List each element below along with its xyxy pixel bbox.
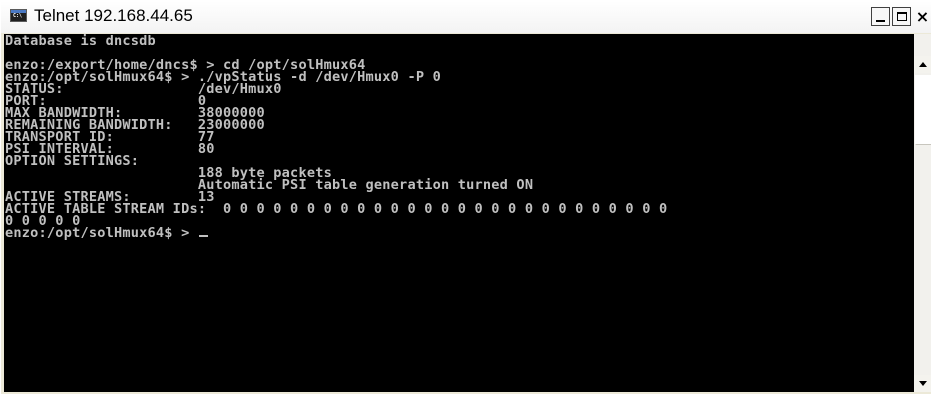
title-bar[interactable]: Telnet 192.168.44.65 × (1, 1, 931, 33)
console-prompt: enzo:/opt/solHmux64$ > (5, 225, 198, 241)
arrow-up-icon (918, 62, 927, 67)
console-icon[interactable] (10, 9, 27, 22)
scroll-up-button[interactable] (914, 56, 931, 73)
arrow-down-icon (918, 381, 927, 386)
maximize-button[interactable] (892, 7, 911, 26)
vertical-scrollbar[interactable] (914, 34, 931, 392)
console-output[interactable]: Database is dncsdb enzo:/export/home/dnc… (4, 34, 914, 392)
window-title: Telnet 192.168.44.65 (34, 6, 193, 25)
minimize-button[interactable] (871, 7, 890, 26)
close-icon: × (915, 6, 930, 26)
text-cursor (198, 235, 208, 237)
console-line: Database is dncsdb (5, 34, 156, 49)
scroll-down-button[interactable] (914, 375, 931, 392)
telnet-window: Telnet 192.168.44.65 × Database is dncsd… (0, 0, 931, 394)
minimize-icon (876, 20, 885, 22)
console-line: ACTIVE TABLE STREAM IDs: 0 0 0 0 0 0 0 0… (5, 201, 668, 217)
close-button[interactable]: × (913, 7, 931, 26)
scrollbar-thumb[interactable] (915, 75, 931, 145)
maximize-icon (896, 12, 907, 21)
